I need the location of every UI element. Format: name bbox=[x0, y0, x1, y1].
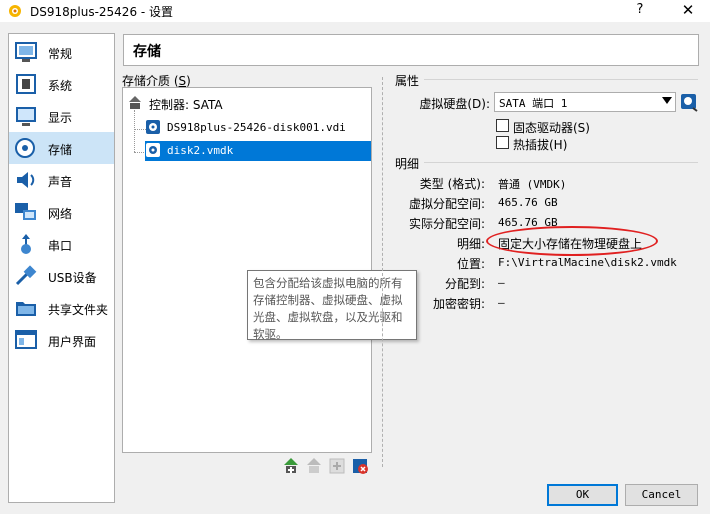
ssd-checkbox-label: 固态驱动器(S) bbox=[513, 121, 590, 135]
sidebar-item-label: USB设备 bbox=[48, 271, 97, 285]
sidebar-item-label: 存储 bbox=[48, 143, 73, 157]
sata-controller-icon bbox=[129, 96, 141, 109]
annotation-highlight-ellipse bbox=[486, 226, 658, 256]
sidebar-item-shared-folders[interactable]: 共享文件夹 bbox=[9, 292, 114, 324]
virtualbox-app-icon bbox=[9, 5, 21, 17]
details-section-title: 明细 bbox=[395, 157, 420, 171]
sidebar-item-display[interactable]: 显示 bbox=[9, 100, 114, 132]
detail-value-encryption-key: — bbox=[498, 296, 505, 309]
system-icon bbox=[16, 74, 36, 94]
remove-attachment-icon[interactable] bbox=[351, 457, 369, 475]
detail-label-virtual-size: 虚拟分配空间: bbox=[408, 197, 485, 211]
detail-label-details: 明细: bbox=[456, 237, 485, 251]
network-icon bbox=[15, 203, 36, 220]
settings-sidebar: 常规 系统 显示 存储 声音 网络 串口 USB设备 共享文件夹 用户界面 bbox=[8, 33, 115, 503]
window-title: DS918plus-25426 - 设置 bbox=[30, 5, 174, 19]
hard-disk-slot-select[interactable]: SATA 端口 1 bbox=[494, 92, 676, 112]
detail-label-actual-size: 实际分配空间: bbox=[408, 217, 485, 231]
storage-toolbar bbox=[280, 457, 370, 477]
sidebar-item-label: 串口 bbox=[48, 239, 73, 253]
help-button[interactable]: ? bbox=[628, 2, 652, 20]
sidebar-item-system[interactable]: 系统 bbox=[9, 68, 114, 100]
hard-disk-icon bbox=[146, 120, 160, 134]
cancel-button[interactable]: Cancel bbox=[625, 484, 698, 506]
sidebar-item-label: 声音 bbox=[48, 175, 73, 189]
storage-icon bbox=[15, 138, 35, 158]
tree-item-controller[interactable]: 控制器: SATA bbox=[127, 94, 367, 114]
sidebar-item-label: 网络 bbox=[48, 207, 73, 221]
ok-button[interactable]: OK bbox=[547, 484, 618, 506]
panel-divider[interactable] bbox=[382, 77, 383, 467]
storage-tree-label-key: S bbox=[178, 74, 187, 88]
sidebar-item-label: 系统 bbox=[48, 79, 73, 93]
detail-value-location: F:\VirtralMacine\disk2.vmdk bbox=[498, 256, 677, 269]
sidebar-item-label: 共享文件夹 bbox=[48, 303, 109, 317]
shared-folder-icon bbox=[16, 302, 36, 316]
section-divider bbox=[424, 162, 698, 163]
choose-disk-icon[interactable] bbox=[680, 92, 698, 112]
attributes-section-title: 属性 bbox=[395, 74, 420, 88]
sidebar-item-storage[interactable]: 存储 bbox=[9, 132, 114, 164]
tree-connector bbox=[134, 110, 135, 152]
section-divider bbox=[424, 79, 698, 80]
storage-tree-label-end: ) bbox=[186, 74, 191, 88]
detail-label-type: 类型 (格式): bbox=[419, 177, 485, 191]
disk-label: disk2.vmdk bbox=[167, 144, 234, 157]
ssd-checkbox[interactable] bbox=[496, 119, 509, 132]
detail-label-encryption-key: 加密密钥: bbox=[432, 297, 485, 311]
sidebar-item-label: 显示 bbox=[48, 111, 73, 125]
detail-value-virtual-size: 465.76 GB bbox=[498, 196, 558, 209]
sidebar-item-label: 常规 bbox=[48, 47, 73, 61]
hard-disk-label: 虚拟硬盘(D): bbox=[419, 97, 490, 111]
close-button[interactable]: ✕ bbox=[676, 1, 700, 21]
page-header: 存储 bbox=[123, 34, 699, 66]
remove-controller-icon[interactable] bbox=[305, 457, 323, 475]
detail-label-location: 位置: bbox=[456, 257, 485, 271]
display-icon bbox=[16, 107, 36, 126]
sidebar-item-audio[interactable]: 声音 bbox=[9, 164, 114, 196]
serial-port-icon bbox=[21, 234, 31, 254]
tree-item-disk[interactable]: DS918plus-25426-disk001.vdi bbox=[145, 118, 367, 138]
sidebar-item-usb[interactable]: USB设备 bbox=[9, 260, 114, 292]
detail-value-type: 普通 (VMDK) bbox=[498, 178, 567, 191]
hotplug-checkbox[interactable] bbox=[496, 136, 509, 149]
user-interface-icon bbox=[15, 330, 37, 349]
detail-value-attached-to: — bbox=[498, 276, 505, 289]
page-title: 存储 bbox=[133, 44, 161, 60]
detail-label-attached-to: 分配到: bbox=[444, 277, 485, 291]
chevron-down-icon bbox=[662, 97, 672, 104]
general-icon bbox=[15, 42, 37, 62]
sidebar-item-user-interface[interactable]: 用户界面 bbox=[9, 324, 114, 356]
sidebar-item-network[interactable]: 网络 bbox=[9, 196, 114, 228]
sidebar-item-serial-port[interactable]: 串口 bbox=[9, 228, 114, 260]
hard-disk-icon bbox=[146, 143, 160, 157]
add-controller-icon[interactable] bbox=[282, 457, 300, 475]
hotplug-checkbox-label: 热插拔(H) bbox=[513, 138, 568, 152]
sidebar-item-label: 用户界面 bbox=[48, 335, 97, 349]
storage-tree-label-text: 存储介质 ( bbox=[122, 74, 179, 88]
disk-label: DS918plus-25426-disk001.vdi bbox=[167, 121, 346, 134]
usb-icon bbox=[15, 265, 37, 286]
add-attachment-icon[interactable] bbox=[328, 457, 346, 475]
settings-window: DS918plus-25426 - 设置 ? ✕ 常规 系统 显示 存储 声音 … bbox=[0, 0, 710, 514]
controller-label: 控制器: SATA bbox=[149, 98, 223, 112]
sidebar-item-general[interactable]: 常规 bbox=[9, 36, 114, 68]
title-bar: DS918plus-25426 - 设置 ? ✕ bbox=[0, 0, 710, 22]
audio-icon bbox=[17, 172, 35, 188]
hard-disk-slot-value: SATA 端口 1 bbox=[499, 97, 568, 110]
tree-item-disk-selected[interactable]: disk2.vmdk bbox=[145, 141, 371, 161]
